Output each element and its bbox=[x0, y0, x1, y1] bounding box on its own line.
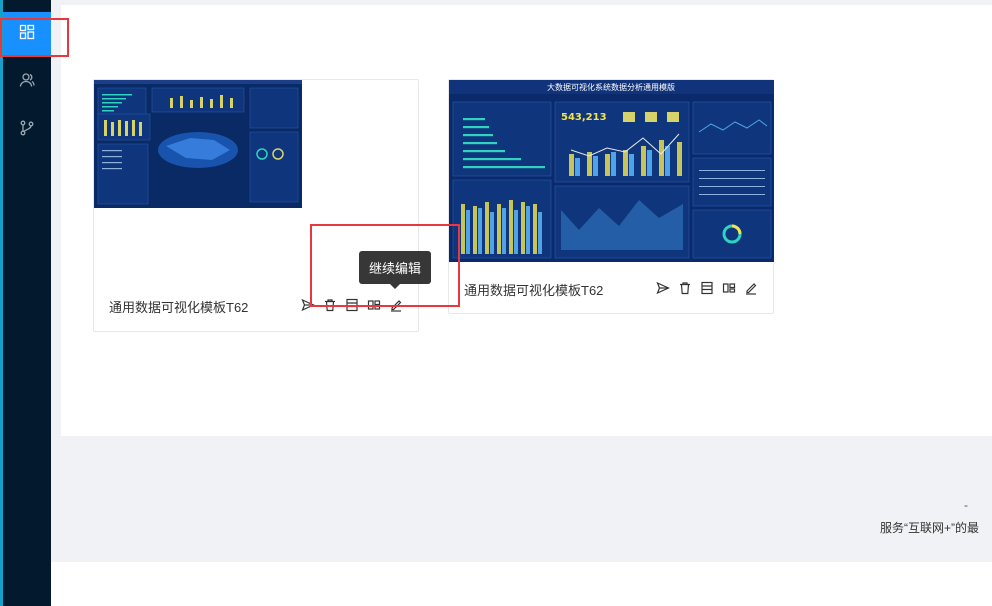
delete-icon[interactable] bbox=[677, 280, 692, 295]
publish-icon[interactable] bbox=[655, 280, 670, 295]
edit-icon[interactable] bbox=[743, 280, 758, 295]
sidebar-item-users[interactable] bbox=[3, 60, 51, 104]
template-thumbnail-1[interactable] bbox=[94, 80, 302, 208]
card-actions bbox=[300, 297, 403, 312]
edit-icon[interactable] bbox=[388, 297, 403, 312]
template-thumbnail-2[interactable]: 大数据可视化系统数据分析通用模版 543,213 bbox=[449, 80, 774, 262]
sidebar-item-dashboard[interactable] bbox=[3, 12, 51, 56]
template-card-1[interactable]: 通用数据可视化模板T62 bbox=[93, 79, 419, 332]
tooltip-text: 继续编辑 bbox=[368, 261, 421, 276]
layout-icon[interactable] bbox=[366, 297, 381, 312]
layout-icon[interactable] bbox=[721, 280, 736, 295]
footer-text: 服务“互联网+”的最 bbox=[880, 521, 980, 535]
sidebar-item-branch[interactable] bbox=[3, 108, 51, 152]
tooltip-arrow bbox=[390, 284, 400, 289]
users-icon bbox=[19, 72, 35, 93]
publish-icon[interactable] bbox=[300, 297, 315, 312]
template-card-title: 通用数据可视化模板T62 bbox=[109, 300, 249, 315]
footer-dash: - bbox=[964, 498, 968, 512]
template-icon[interactable] bbox=[344, 297, 359, 312]
card-actions bbox=[655, 280, 758, 295]
template-card-2[interactable]: 大数据可视化系统数据分析通用模版 543,213 通用数据可视化模板T62 bbox=[448, 79, 774, 314]
thumb-stat: 543,213 bbox=[561, 112, 607, 123]
thumb-title: 大数据可视化系统数据分析通用模版 bbox=[547, 82, 675, 92]
edit-tooltip: 继续编辑 bbox=[359, 251, 431, 289]
branch-icon bbox=[19, 120, 35, 141]
template-icon[interactable] bbox=[699, 280, 714, 295]
sidebar bbox=[0, 0, 51, 606]
delete-icon[interactable] bbox=[322, 297, 337, 312]
dashboard-icon bbox=[19, 24, 35, 45]
template-card-title: 通用数据可视化模板T62 bbox=[464, 283, 604, 298]
